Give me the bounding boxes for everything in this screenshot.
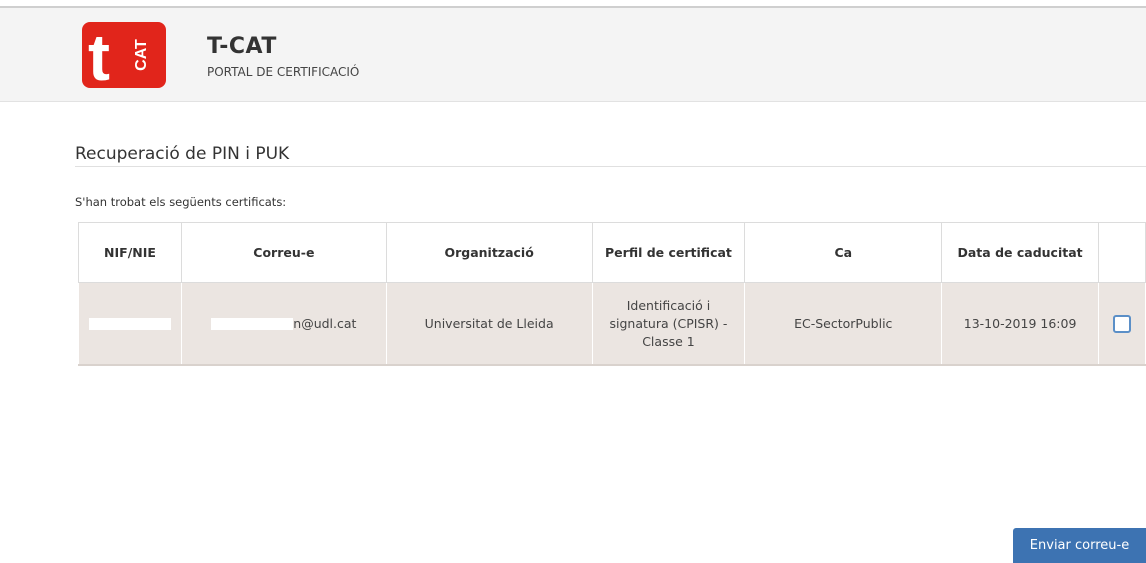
header-email: Correu-e	[180, 222, 387, 283]
header-nif: NIF/NIE	[78, 222, 182, 283]
email-suffix: n@udl.cat	[293, 315, 357, 331]
header-expiry: Data de caducitat	[941, 222, 1099, 283]
cell-select	[1097, 282, 1146, 366]
title-divider	[75, 166, 1146, 167]
header-profile: Perfil de certificat	[591, 222, 746, 283]
header-ca: Ca	[744, 222, 943, 283]
redacted-nif	[88, 318, 171, 330]
brand-subtitle: PORTAL DE CERTIFICACIÓ	[207, 65, 360, 79]
certificates-table: NIF/NIE Correu-e Organització Perfil de …	[78, 222, 1146, 366]
tcat-logo: t CAT	[82, 22, 166, 88]
cell-profile: Identificació i signatura (CPISR) - Clas…	[591, 282, 746, 366]
cell-ca: EC-SectorPublic	[744, 282, 943, 366]
select-checkbox[interactable]	[1112, 314, 1131, 333]
send-email-button[interactable]: Enviar correu-e	[1013, 528, 1146, 563]
site-header: t CAT T-CAT PORTAL DE CERTIFICACIÓ	[0, 6, 1146, 102]
table-header-row: NIF/NIE Correu-e Organització Perfil de …	[78, 222, 1146, 283]
cell-expiry: 13-10-2019 16:09	[941, 282, 1099, 366]
cell-organization: Universitat de Lleida	[385, 282, 593, 366]
cell-email: n@udl.cat	[180, 282, 387, 366]
svg-text:t: t	[88, 22, 110, 88]
header-select	[1097, 222, 1146, 283]
intro-text: S'han trobat els següents certificats:	[75, 195, 287, 209]
page-title: Recuperació de PIN i PUK	[75, 144, 290, 164]
svg-text:CAT: CAT	[133, 39, 150, 71]
cell-nif	[78, 282, 182, 366]
redacted-email	[211, 318, 294, 330]
header-organization: Organització	[385, 222, 593, 283]
table-row: n@udl.cat Universitat de Lleida Identifi…	[78, 282, 1146, 366]
brand-title: T-CAT	[207, 34, 277, 59]
